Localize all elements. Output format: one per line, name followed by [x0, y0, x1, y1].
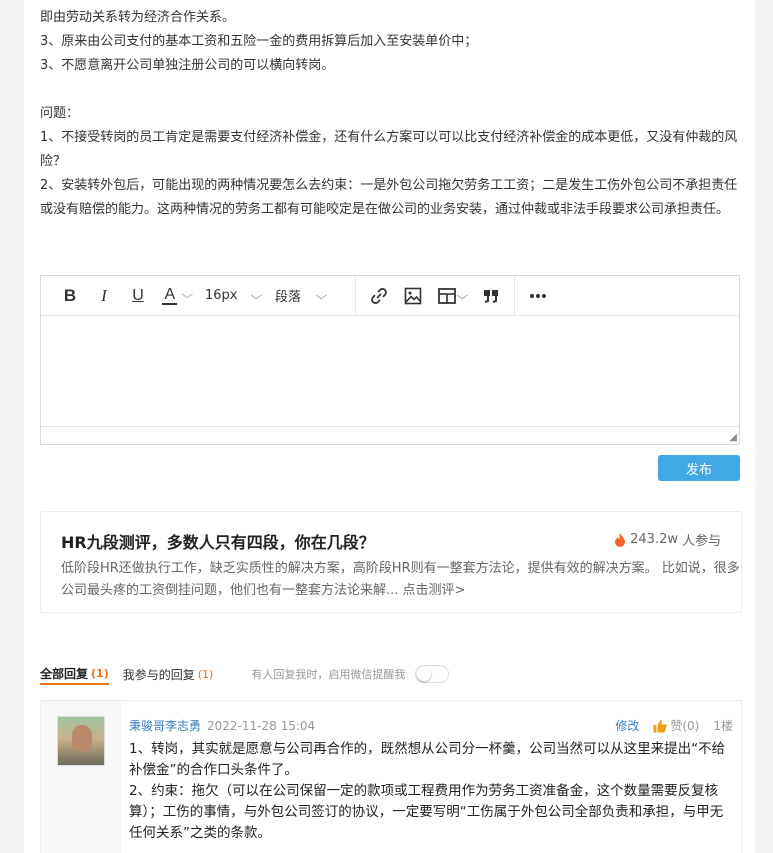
promo-participants: 243.2w 人参与 [614, 530, 721, 549]
question-item: 1、不接受转岗的员工肯定是需要支付经济补偿金，还有什么方案可以可以比支付经济补偿… [40, 130, 738, 169]
toolbar-divider [355, 275, 356, 316]
tab-my-replies[interactable]: 我参与的回复 (1) [123, 663, 214, 685]
chevron-down-icon: ⌵ [456, 288, 468, 302]
chevron-down-icon: ⌵ [181, 289, 194, 301]
reply-tabs: 全部回复 (1) 我参与的回复 (1) 有人回复我时，启用微信提醒我 [40, 663, 450, 685]
editor-text-area[interactable] [41, 316, 739, 426]
tab-label: 全部回复 [40, 666, 89, 681]
post-line: 即由劳动关系转为经济合作关系。 [40, 10, 236, 25]
font-size-value: 16px [205, 288, 238, 303]
table-button[interactable]: ⌵ [430, 276, 474, 316]
table-icon [437, 287, 456, 304]
promo-description: 低阶段HR还做执行工作，缺乏实质性的解决方案，高阶段HR则有一整套方法论，提供有… [61, 561, 740, 598]
publish-button[interactable]: 发布 [658, 455, 740, 481]
more-button[interactable] [521, 276, 555, 316]
promo-card[interactable]: HR九段测评，多数人只有四段，你在几段？ 243.2w 人参与 低阶段HR还做执… [40, 511, 742, 613]
link-button[interactable] [362, 276, 396, 316]
resize-handle-icon[interactable]: ◢ [729, 432, 737, 443]
like-count: 赞(0) [670, 719, 700, 733]
editor-footer: ◢ [41, 426, 739, 444]
reply-header: 秉骏哥李志勇 2022-11-28 15:04 [129, 717, 315, 734]
link-icon [371, 287, 387, 304]
like-button[interactable]: 赞(0) [653, 717, 699, 734]
chevron-down-icon: ⌵ [249, 288, 262, 302]
thread-card: 即由劳动关系转为经济合作关系。 3、原来由公司支付的基本工资和五险一金的费用拆算… [24, 0, 755, 853]
fire-icon [615, 532, 626, 547]
edit-link[interactable]: 修改 [615, 717, 639, 734]
quote-button[interactable] [474, 276, 508, 316]
toggle-knob [417, 667, 432, 681]
post-content: 即由劳动关系转为经济合作关系。 3、原来由公司支付的基本工资和五险一金的费用拆算… [40, 6, 740, 222]
font-color-icon: A [162, 285, 178, 305]
more-icon [530, 293, 546, 298]
notify-label: 有人回复我时，启用微信提醒我 [251, 668, 406, 681]
reply-content: 1、转岗，其实就是愿意与公司再合作的，既然想从公司分一杯羹，公司当然可以从这里来… [129, 739, 729, 844]
paragraph-select[interactable]: 段落 ⌵ [269, 276, 349, 316]
tab-count: (1) [197, 667, 214, 681]
image-button[interactable] [396, 276, 430, 316]
tab-label: 我参与的回复 [122, 667, 195, 682]
question-heading: 问题： [40, 106, 80, 121]
reply-paragraph: 1、转岗，其实就是愿意与公司再合作的，既然想从公司分一杯羹，公司当然可以从这里来… [129, 741, 726, 778]
quote-icon [484, 289, 498, 303]
notify-toggle[interactable] [415, 665, 450, 683]
floor-number: 1楼 [713, 719, 733, 733]
chevron-down-icon: ⌵ [315, 288, 328, 302]
paragraph-value: 段落 [275, 290, 302, 305]
tab-all-replies[interactable]: 全部回复 (1) [40, 663, 109, 685]
editor-toolbar: B I U A ⌵ 16px ⌵ 段落 ⌵ ⌵ [41, 275, 739, 316]
bold-button[interactable]: B [53, 276, 87, 316]
reply-actions: 修改 赞(0) 1楼 [615, 717, 733, 734]
tab-count: (1) [91, 666, 109, 680]
post-line: 3、原来由公司支付的基本工资和五险一金的费用拆算后加入至安装单价中； [40, 34, 478, 49]
promo-title[interactable]: HR九段测评，多数人只有四段，你在几段？ [61, 529, 375, 553]
toolbar-divider [514, 275, 515, 316]
question-item: 2、安装转外包后，可能出现的两种情况要怎么去约束：一是外包公司拖欠劳务工工资；二… [40, 178, 738, 217]
reply-paragraph: 2、约束：拖欠（可以在公司保留一定的款项或工程费用作为劳务工资准备金，这个数量需… [129, 783, 724, 841]
font-color-button[interactable]: A ⌵ [155, 276, 199, 316]
reply-timestamp: 2022-11-28 15:04 [207, 718, 316, 733]
reply-avatar-column [41, 701, 121, 853]
underline-button[interactable]: U [121, 276, 155, 316]
reply-item: 秉骏哥李志勇 2022-11-28 15:04 修改 赞(0) 1楼 1、转岗，… [40, 700, 742, 853]
font-size-select[interactable]: 16px ⌵ [199, 276, 269, 316]
reply-editor: B I U A ⌵ 16px ⌵ 段落 ⌵ ⌵ ◢ [40, 275, 740, 445]
participants-suffix: 人参与 [681, 534, 721, 549]
italic-button[interactable]: I [87, 276, 121, 316]
image-icon [404, 287, 422, 304]
reply-username[interactable]: 秉骏哥李志勇 [129, 717, 201, 734]
avatar[interactable] [57, 716, 105, 766]
post-line: 3、不愿意离开公司单独注册公司的可以横向转岗。 [40, 58, 335, 73]
participants-count: 243.2w [630, 532, 678, 547]
thumbs-up-icon [653, 719, 667, 732]
wechat-notify-setting: 有人回复我时，启用微信提醒我 [251, 665, 450, 683]
